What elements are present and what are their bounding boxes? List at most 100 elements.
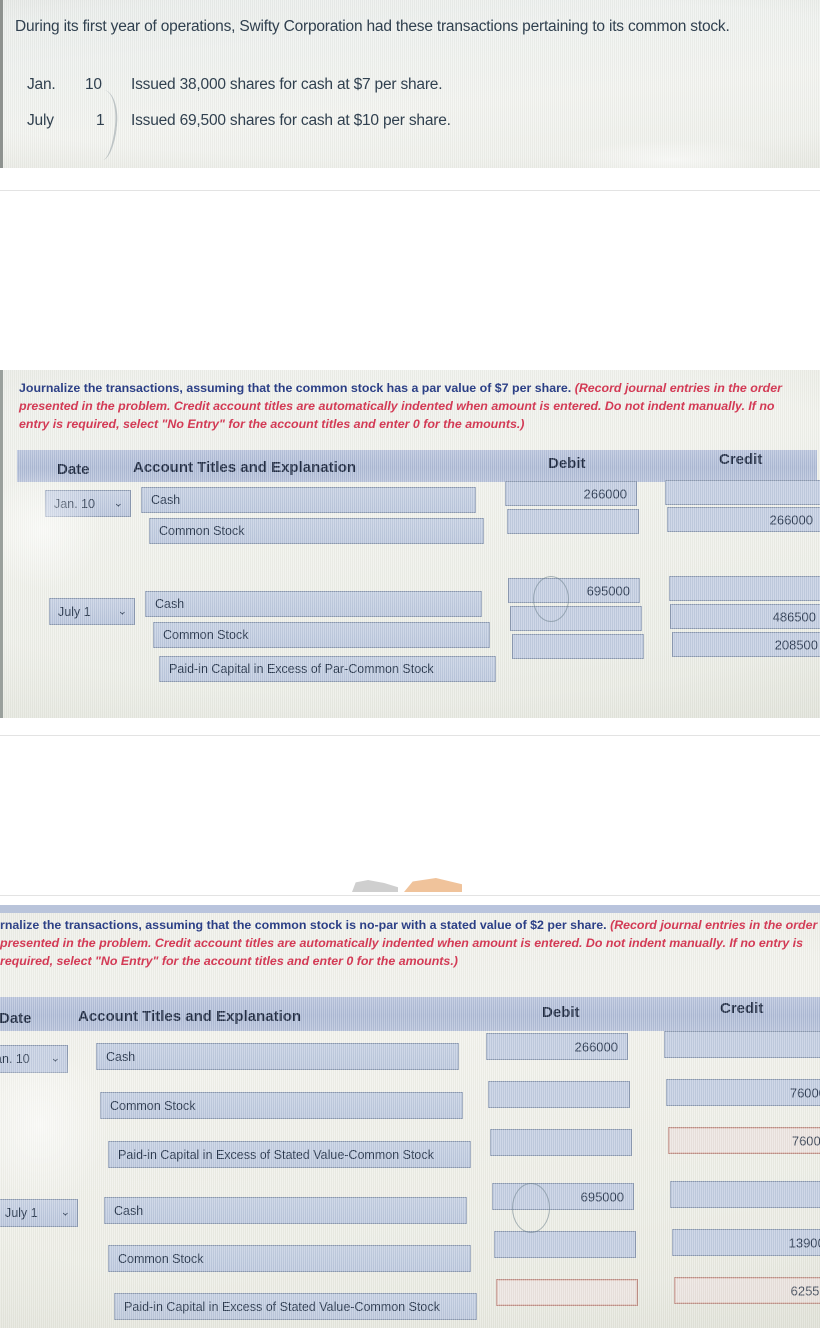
problem-row-1-description: Issued 69,500 shares for cash at $10 per… xyxy=(131,112,451,129)
part-b-row-1-credit-value: 76000 xyxy=(789,1085,820,1100)
part-b-row-3-credit-input[interactable] xyxy=(670,1181,820,1208)
part-b-row-5-credit-value: 625500 xyxy=(790,1283,820,1298)
part-b-row-3-account-input[interactable]: Cash xyxy=(104,1197,467,1224)
problem-row-0-day: 10 xyxy=(85,76,102,93)
part-a-row-3-credit-input[interactable]: 486500 xyxy=(670,604,820,629)
part-b-row-4-account-input[interactable]: Common Stock xyxy=(108,1245,471,1272)
part-b-row-0-account-value: Cash xyxy=(106,1049,136,1064)
chevron-down-icon: ⌄ xyxy=(50,1052,60,1065)
part-b-row-5-debit-input[interactable] xyxy=(496,1279,638,1306)
part-a-row-1-debit-input[interactable] xyxy=(507,509,639,534)
part-a-row-2-debit-input[interactable]: 695000 xyxy=(508,578,640,603)
part-b-col-debit: Debit xyxy=(542,1004,580,1021)
part-b-row-3-date-value: July 1 xyxy=(5,1206,38,1220)
chevron-down-icon: ⌄ xyxy=(113,497,123,509)
part-b-row-5-credit-input[interactable]: 625500 xyxy=(674,1277,820,1304)
part-b-row-0-date-value: an. 10 xyxy=(0,1052,30,1066)
part-a-col-account: Account Titles and Explanation xyxy=(133,459,357,476)
part-b-row-0-credit-input[interactable] xyxy=(664,1031,820,1058)
part-b-row-4-credit-value: 139000 xyxy=(788,1235,820,1250)
part-b-row-4-account-value: Common Stock xyxy=(118,1251,204,1266)
part-a-row-0-credit-input[interactable] xyxy=(665,480,820,505)
part-b-col-date: Date xyxy=(0,1010,32,1027)
part-b-row-3-debit-value: 695000 xyxy=(580,1189,624,1204)
part-a-row-2-credit-input[interactable] xyxy=(669,576,820,601)
part-a-row-3-account-value: Common Stock xyxy=(163,628,249,642)
part-b-row-3-account-value: Cash xyxy=(114,1203,144,1218)
glare-smudge xyxy=(563,140,783,168)
part-a-row-2-debit-value: 695000 xyxy=(586,583,630,598)
part-b-row-0-debit-value: 266000 xyxy=(574,1039,618,1054)
section-separator-2 xyxy=(0,735,820,736)
part-b-row-2-credit-input[interactable]: 76000 xyxy=(668,1127,820,1154)
section-separator-1 xyxy=(0,190,820,191)
paper-fleck-right xyxy=(404,878,462,892)
chevron-down-icon: ⌄ xyxy=(117,605,127,617)
part-a-row-1-credit-value: 266000 xyxy=(769,512,813,527)
part-a-table-header: Date Account Titles and Explanation Debi… xyxy=(17,450,817,482)
part-b-row-3-date-select[interactable]: July 1 ⌄ xyxy=(0,1199,78,1227)
part-a-row-4-account-input[interactable]: Paid-in Capital in Excess of Par-Common … xyxy=(159,656,496,682)
part-b-row-2-credit-value: 76000 xyxy=(791,1133,820,1148)
part-a-row-0-debit-input[interactable]: 266000 xyxy=(505,481,637,506)
part-a-row-1-credit-input[interactable]: 266000 xyxy=(667,507,820,532)
part-b-col-account: Account Titles and Explanation xyxy=(78,1008,302,1025)
part-b-row-5-account-input[interactable]: Paid-in Capital in Excess of Stated Valu… xyxy=(114,1293,477,1320)
part-a-instruction-plain: Journalize the transactions, assuming th… xyxy=(19,381,575,395)
part-a-row-2-account-input[interactable]: Cash xyxy=(145,591,482,617)
part-b-instruction-plain: rnalize the transactions, assuming that … xyxy=(0,918,611,932)
part-b-row-1-credit-input[interactable]: 76000 xyxy=(666,1079,820,1106)
paper-fleck-left xyxy=(352,880,398,892)
part-b-row-3-debit-input[interactable]: 695000 xyxy=(492,1183,634,1210)
part-b-col-credit: Credit xyxy=(720,1000,764,1017)
part-b-instruction: rnalize the transactions, assuming that … xyxy=(0,917,820,971)
part-b-row-0-date-select[interactable]: an. 10 ⌄ xyxy=(0,1045,68,1073)
section-separator-3 xyxy=(0,895,820,896)
part-b-row-0-account-input[interactable]: Cash xyxy=(96,1043,459,1070)
part-b-row-4-credit-input[interactable]: 139000 xyxy=(672,1229,820,1256)
part-b-row-2-debit-input[interactable] xyxy=(490,1129,632,1156)
part-a-row-3-debit-input[interactable] xyxy=(510,606,642,631)
glare-smudge xyxy=(3,470,103,590)
part-a-row-4-debit-input[interactable] xyxy=(512,634,644,659)
part-a-row-4-account-value: Paid-in Capital in Excess of Par-Common … xyxy=(169,662,434,676)
problem-lead-text: During its first year of operations, Swi… xyxy=(15,18,730,35)
part-a-row-4-credit-value: 208500 xyxy=(774,637,818,652)
part-b-row-1-debit-input[interactable] xyxy=(488,1081,630,1108)
chevron-down-icon: ⌄ xyxy=(60,1206,70,1219)
part-a-row-0-date-value: Jan. 10 xyxy=(54,496,96,511)
part-a-col-debit: Debit xyxy=(548,455,586,472)
part-a-row-0-account-value: Cash xyxy=(151,493,181,507)
part-b-row-2-account-input[interactable]: Paid-in Capital in Excess of Stated Valu… xyxy=(108,1141,471,1168)
part-a-col-date: Date xyxy=(57,461,90,478)
part-b-row-4-debit-input[interactable] xyxy=(494,1231,636,1258)
part-a-row-4-credit-input[interactable]: 208500 xyxy=(672,632,820,657)
part-a-row-2-account-value: Cash xyxy=(155,597,185,611)
problem-statement-panel: During its first year of operations, Swi… xyxy=(0,0,820,168)
part-b-row-1-account-input[interactable]: Common Stock xyxy=(100,1092,463,1119)
part-a-row-3-credit-value: 486500 xyxy=(772,609,816,624)
part-b-row-0-debit-input[interactable]: 266000 xyxy=(486,1033,628,1060)
screenshot-page: During its first year of operations, Swi… xyxy=(0,0,820,1328)
part-b-table-header: Date Account Titles and Explanation Debi… xyxy=(0,997,820,1031)
part-a-row-1-account-input[interactable]: Common Stock xyxy=(149,518,484,544)
part-b-row-2-account-value: Paid-in Capital in Excess of Stated Valu… xyxy=(118,1147,434,1162)
part-b-top-band xyxy=(0,905,820,913)
part-a-panel: Journalize the transactions, assuming th… xyxy=(0,370,820,718)
part-a-instruction: Journalize the transactions, assuming th… xyxy=(19,380,799,434)
part-a-row-1-account-value: Common Stock xyxy=(159,524,245,538)
part-a-row-0-date-select[interactable]: Jan. 10 ⌄ xyxy=(45,490,131,517)
part-b-panel: rnalize the transactions, assuming that … xyxy=(0,905,820,1328)
problem-row-0-month: Jan. xyxy=(27,76,56,93)
part-b-row-1-account-value: Common Stock xyxy=(110,1098,196,1113)
part-a-row-2-date-value: July 1 xyxy=(58,604,91,619)
part-a-col-credit: Credit xyxy=(719,451,763,468)
problem-row-1-day: 1 xyxy=(96,112,105,129)
part-a-row-3-account-input[interactable]: Common Stock xyxy=(153,622,490,648)
part-a-row-0-debit-value: 266000 xyxy=(583,486,627,501)
problem-row-0-description: Issued 38,000 shares for cash at $7 per … xyxy=(131,76,443,93)
problem-row-1-month: July xyxy=(27,112,54,129)
part-b-row-5-account-value: Paid-in Capital in Excess of Stated Valu… xyxy=(124,1299,440,1314)
part-a-row-0-account-input[interactable]: Cash xyxy=(141,487,476,513)
part-a-row-2-date-select[interactable]: July 1 ⌄ xyxy=(49,598,135,625)
